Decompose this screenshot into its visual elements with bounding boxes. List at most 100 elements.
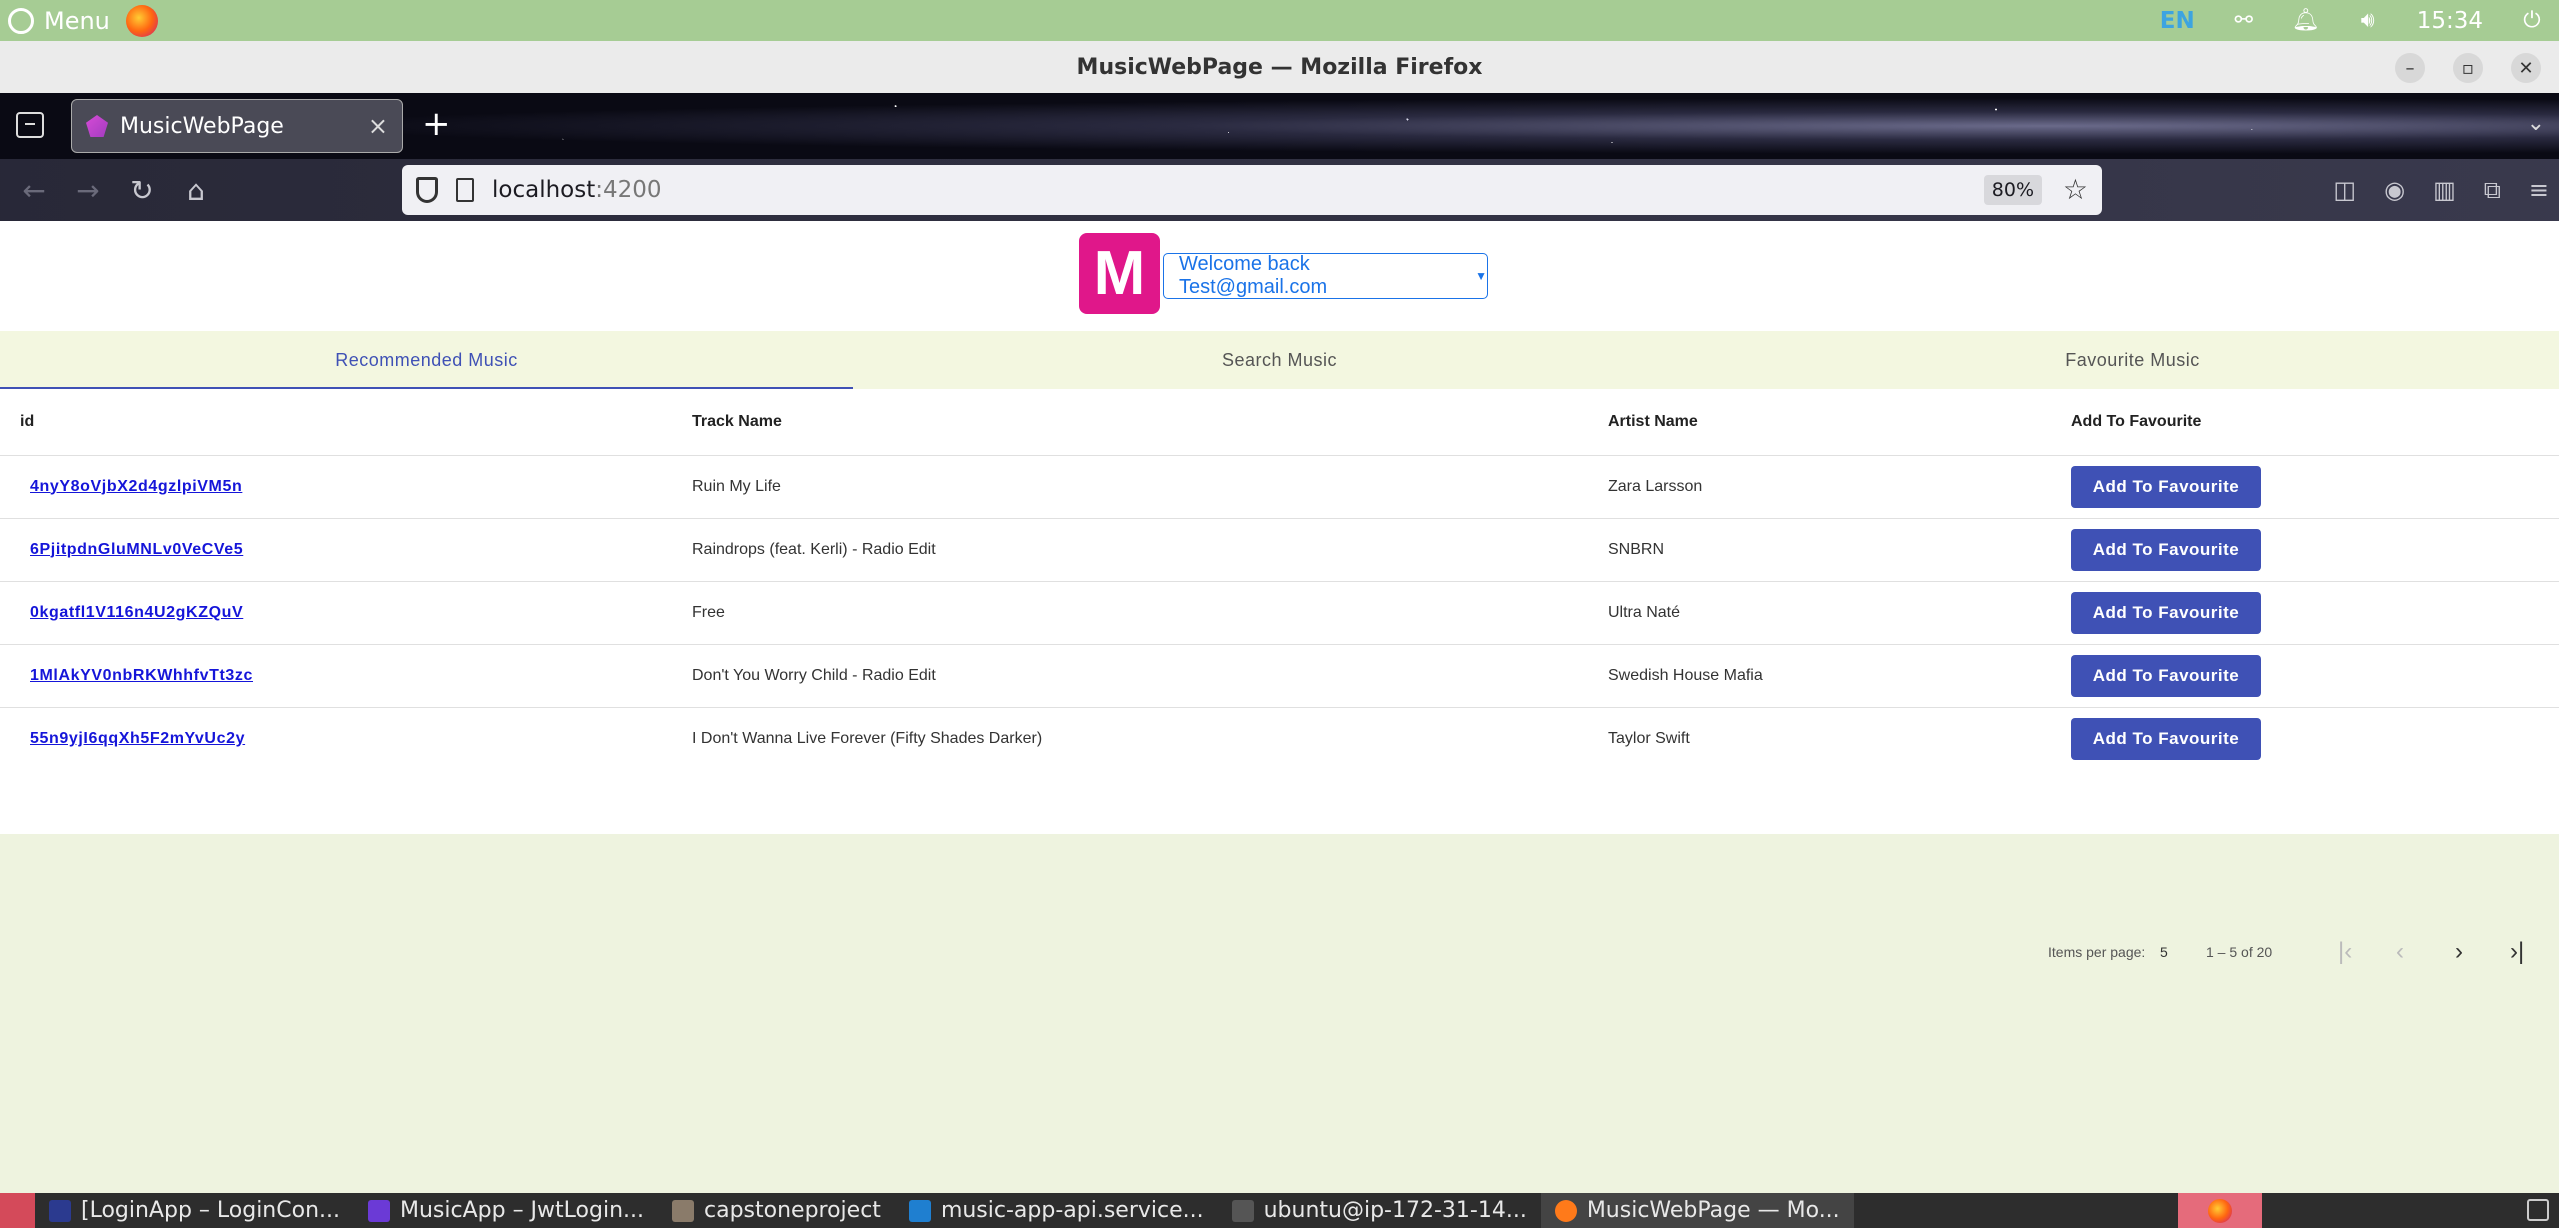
window-titlebar: MusicWebPage — Mozilla Firefox – ▫ ✕ bbox=[0, 41, 2559, 93]
last-page-icon[interactable]: ›| bbox=[2510, 938, 2524, 966]
add-to-favourite-button[interactable]: Add To Favourite bbox=[2071, 717, 2261, 760]
keyboard-language-indicator[interactable]: EN bbox=[2160, 8, 2195, 34]
system-menu-button[interactable]: Menu bbox=[0, 4, 158, 37]
track-name: Raindrops (feat. Kerli) - Radio Edit bbox=[670, 518, 1587, 582]
list-all-tabs-icon[interactable]: ⌄ bbox=[2527, 111, 2545, 136]
forward-button[interactable]: → bbox=[68, 170, 108, 210]
artist-name: SNBRN bbox=[1587, 518, 2048, 582]
url-port: :4200 bbox=[595, 177, 662, 203]
artist-name: Zara Larsson bbox=[1587, 455, 2048, 519]
minimize-button[interactable]: – bbox=[2395, 53, 2425, 83]
taskbar-item-label: ubuntu@ip-172-31-14... bbox=[1263, 1198, 1527, 1223]
taskbar-item[interactable]: capstoneproject bbox=[658, 1193, 895, 1228]
app-logo: M bbox=[1079, 233, 1160, 314]
track-name: Don't You Worry Child - Radio Edit bbox=[670, 644, 1587, 708]
firefox-icon bbox=[1554, 1199, 1577, 1222]
firefox-view-icon[interactable] bbox=[16, 112, 44, 138]
table-paginator: Items per page: 5 1 – 5 of 20 |‹ ‹ › ›| bbox=[0, 922, 2559, 982]
track-id-link[interactable]: 4nyY8oVjbX2d4gzlpiVM5n bbox=[30, 478, 242, 495]
taskbar-item[interactable]: MusicWebPage — Mo... bbox=[1540, 1193, 1854, 1228]
caret-down-icon: ▼ bbox=[1475, 269, 1487, 283]
intellij-icon bbox=[49, 1199, 71, 1222]
taskbar-item-label: MusicWebPage — Mo... bbox=[1586, 1198, 1840, 1223]
track-name: Free bbox=[670, 581, 1587, 645]
back-button[interactable]: ← bbox=[14, 170, 54, 210]
browser-navbar: ← → ↻ ⌂ localhost:4200 80% ☆ ◫ ◉ ▥ ⧉ ≡ bbox=[0, 159, 2559, 221]
browser-tab[interactable]: MusicWebPage × bbox=[71, 99, 403, 153]
tracks-table-container: id Track Name Artist Name Add To Favouri… bbox=[0, 389, 2559, 965]
add-to-favourite-button[interactable]: Add To Favourite bbox=[2071, 591, 2261, 634]
tab-favourite-music[interactable]: Favourite Music bbox=[1706, 331, 2559, 389]
pocket-icon[interactable]: ◫ bbox=[2333, 176, 2356, 204]
user-dropdown-button[interactable]: Welcome back Test@gmail.com ▼ bbox=[1163, 253, 1488, 299]
page-size-select[interactable]: 5 bbox=[2160, 944, 2168, 960]
app-menu-icon[interactable]: ≡ bbox=[2529, 176, 2549, 204]
taskbar-item[interactable]: [LoginApp – LoginCon... bbox=[35, 1193, 354, 1228]
close-tab-icon[interactable]: × bbox=[368, 112, 388, 140]
angular-favicon-icon bbox=[86, 115, 108, 137]
app-header: M Welcome back Test@gmail.com ▼ bbox=[0, 221, 2559, 331]
url-host: localhost bbox=[492, 177, 596, 203]
track-id-link[interactable]: 0kgatfl1V116n4U2gKZQuV bbox=[30, 604, 243, 621]
music-tabs: Recommended Music Search Music Favourite… bbox=[0, 331, 2559, 389]
address-bar[interactable]: localhost:4200 80% ☆ bbox=[402, 165, 2102, 215]
workspace-firefox-indicator[interactable] bbox=[2178, 1193, 2262, 1228]
reload-button[interactable]: ↻ bbox=[122, 170, 162, 210]
tracking-protection-shield-icon[interactable] bbox=[416, 177, 438, 203]
next-page-icon[interactable]: › bbox=[2455, 938, 2463, 966]
maximize-button[interactable]: ▫ bbox=[2453, 53, 2483, 83]
previous-page-icon[interactable]: ‹ bbox=[2396, 938, 2404, 966]
track-id-link[interactable]: 55n9yjI6qqXh5F2mYvUc2y bbox=[30, 730, 245, 747]
table-row: 4nyY8oVjbX2d4gzlpiVM5n Ruin My Life Zara… bbox=[0, 455, 2559, 519]
account-icon[interactable]: ◉ bbox=[2384, 176, 2405, 204]
firefox-icon bbox=[2208, 1198, 2232, 1223]
library-icon[interactable]: ▥ bbox=[2433, 176, 2456, 204]
header-track-name[interactable]: Track Name bbox=[670, 389, 1587, 456]
track-name: I Don't Wanna Live Forever (Fifty Shades… bbox=[692, 729, 1043, 747]
artist-name: Ultra Naté bbox=[1587, 581, 2048, 645]
trash-icon[interactable] bbox=[2527, 1199, 2549, 1221]
track-id-link[interactable]: 1MlAkYV0nbRKWhhfvTt3zc bbox=[30, 667, 253, 684]
header-add-to-favourite: Add To Favourite bbox=[2048, 389, 2559, 456]
notification-bell-icon[interactable]: 🔔︎ bbox=[2292, 8, 2320, 34]
extensions-icon[interactable]: ⧉ bbox=[2484, 176, 2501, 204]
header-artist-name[interactable]: Artist Name bbox=[1587, 389, 2048, 456]
table-row: 0kgatfl1V116n4U2gKZQuV Free Ultra Naté A… bbox=[0, 581, 2559, 645]
network-icon[interactable]: ⚯ bbox=[2231, 8, 2257, 34]
taskbar-item-label: music-app-api.service... bbox=[940, 1198, 1204, 1223]
system-panel: Menu EN ⚯ 🔔︎ 🔊︎ 15:34 ⏻ bbox=[0, 0, 2559, 41]
add-to-favourite-button[interactable]: Add To Favourite bbox=[2071, 654, 2261, 697]
web-page: M Welcome back Test@gmail.com ▼ Recommen… bbox=[0, 221, 2559, 1193]
welcome-text: Welcome back Test@gmail.com bbox=[1179, 253, 1328, 298]
header-id[interactable]: id bbox=[0, 389, 670, 456]
clock[interactable]: 15:34 bbox=[2417, 8, 2483, 34]
home-button[interactable]: ⌂ bbox=[176, 170, 216, 210]
browser-tab-title: MusicWebPage bbox=[120, 113, 284, 139]
add-to-favourite-button[interactable]: Add To Favourite bbox=[2071, 465, 2261, 508]
taskbar-item-label: capstoneproject bbox=[704, 1198, 881, 1223]
taskbar-item[interactable]: ubuntu@ip-172-31-14... bbox=[1218, 1193, 1541, 1228]
show-desktop-button[interactable] bbox=[0, 1193, 35, 1228]
volume-icon[interactable]: 🔊︎ bbox=[2355, 8, 2381, 34]
tab-recommended-music[interactable]: Recommended Music bbox=[0, 331, 853, 389]
menu-logo-icon bbox=[8, 7, 34, 34]
table-header-row: id Track Name Artist Name Add To Favouri… bbox=[0, 389, 2559, 456]
power-icon[interactable]: ⏻ bbox=[2519, 8, 2545, 34]
tab-search-music[interactable]: Search Music bbox=[853, 331, 1706, 389]
page-info-icon[interactable] bbox=[456, 178, 474, 202]
first-page-icon[interactable]: |‹ bbox=[2338, 938, 2352, 966]
page-range-label: 1 – 5 of 20 bbox=[2206, 944, 2273, 960]
vscode-icon bbox=[908, 1199, 931, 1222]
zoom-level-button[interactable]: 80% bbox=[1983, 175, 2042, 205]
new-tab-button[interactable]: + bbox=[422, 107, 451, 141]
bookmark-star-icon[interactable]: ☆ bbox=[2063, 173, 2088, 206]
firefox-launcher-icon[interactable] bbox=[125, 4, 158, 37]
table-row: 6PjitpdnGluMNLv0VeCVe5 Raindrops (feat. … bbox=[0, 518, 2559, 582]
track-id-link[interactable]: 6PjitpdnGluMNLv0VeCVe5 bbox=[30, 541, 243, 558]
close-window-button[interactable]: ✕ bbox=[2511, 53, 2541, 83]
menu-label: Menu bbox=[44, 6, 110, 35]
folder-icon bbox=[672, 1199, 694, 1222]
taskbar-item[interactable]: music-app-api.service... bbox=[895, 1193, 1218, 1228]
taskbar-item[interactable]: MusicApp – JwtLogin... bbox=[354, 1193, 658, 1228]
add-to-favourite-button[interactable]: Add To Favourite bbox=[2071, 528, 2261, 571]
